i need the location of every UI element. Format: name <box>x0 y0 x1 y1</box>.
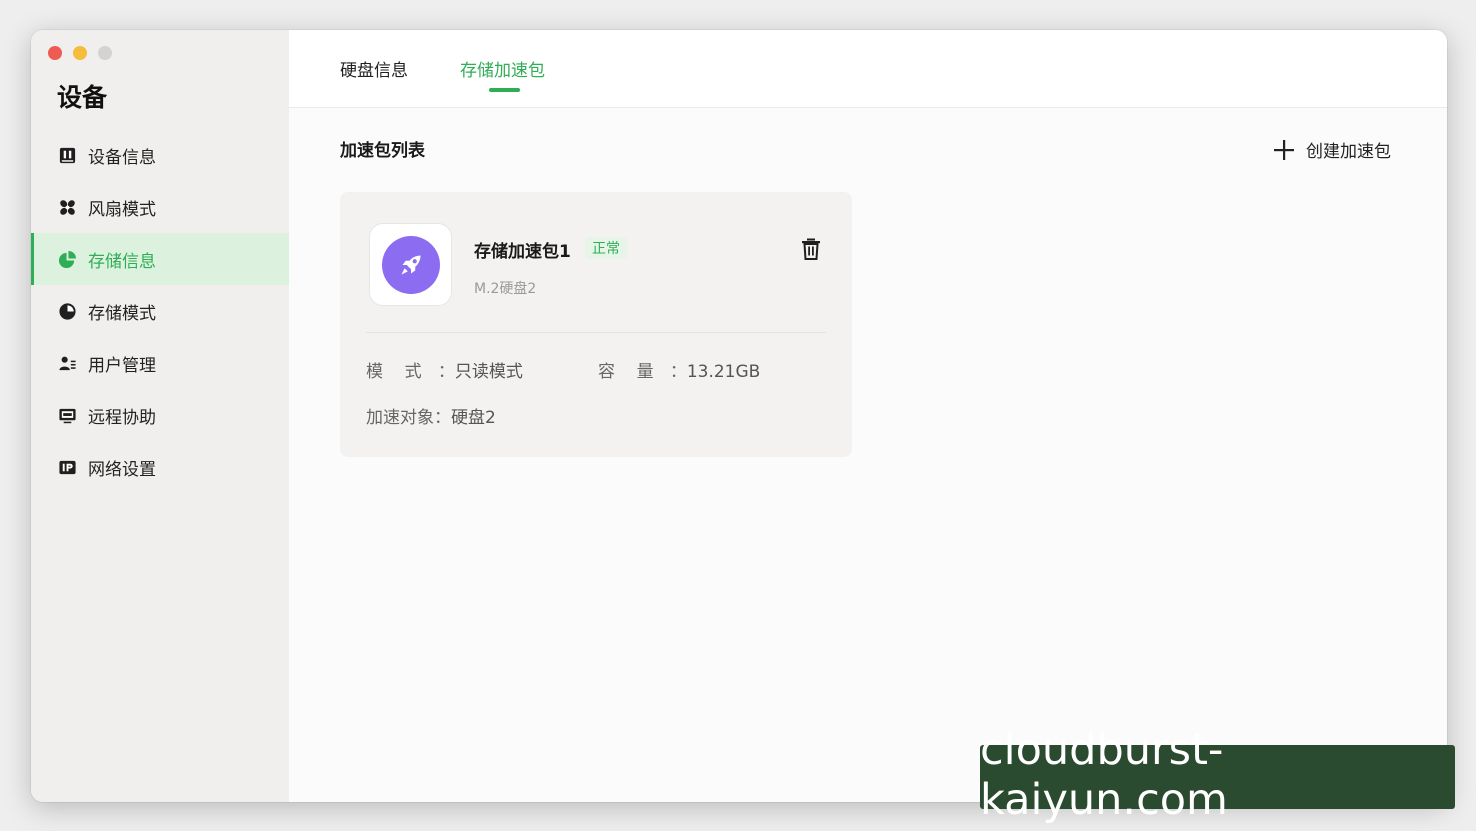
mode-label: 模 式 ： <box>366 362 455 382</box>
device-info-icon <box>57 145 77 165</box>
sidebar-item-label: 风扇模式 <box>88 199 156 220</box>
tab-disk-info[interactable]: 硬盘信息 <box>340 56 408 81</box>
sidebar-item-label: 网络设置 <box>88 459 156 480</box>
mode-value: 只读模式 <box>454 362 523 382</box>
sidebar-title: 设备 <box>57 83 108 112</box>
card-divider <box>366 332 826 333</box>
card-icon-container <box>369 223 452 306</box>
capacity-label: 容 量 ： <box>598 362 687 382</box>
ip-icon <box>57 457 77 477</box>
create-label: 创建加速包 <box>1306 142 1391 162</box>
fan-icon <box>57 197 77 217</box>
section-title: 加速包列表 <box>340 141 425 161</box>
sidebar-item-fan-mode[interactable]: 风扇模式 <box>31 181 289 233</box>
sidebar-item-label: 设备信息 <box>88 147 156 168</box>
trash-icon[interactable] <box>800 237 822 261</box>
capacity-row: 容 量 ：13.21GB <box>598 357 760 382</box>
zoom-window-button[interactable] <box>98 46 112 60</box>
users-icon <box>57 353 77 373</box>
close-window-button[interactable] <box>48 46 62 60</box>
sidebar-item-device-info[interactable]: 设备信息 <box>31 129 289 181</box>
sidebar: 设备 设备信息 风扇模式 存储信息 存储模式 用户管理 远程协助 网络设置 <box>31 30 289 802</box>
target-value: 硬盘2 <box>451 408 496 428</box>
monitor-icon <box>57 405 77 425</box>
capacity-value: 13.21GB <box>686 362 761 382</box>
window-controls <box>48 46 112 60</box>
sidebar-item-label: 远程协助 <box>88 407 156 428</box>
card-title: 存储加速包1 <box>474 242 571 262</box>
app-window: 设备 设备信息 风扇模式 存储信息 存储模式 用户管理 远程协助 网络设置 硬盘… <box>31 30 1447 802</box>
sidebar-item-label: 用户管理 <box>88 355 156 376</box>
accel-pack-card[interactable]: 存储加速包1 正常 M.2硬盘2 模 式 ：只读模式 容 量 ：13.21GB … <box>340 192 852 457</box>
create-accel-pack-button[interactable]: 创建加速包 <box>1273 137 1391 162</box>
sidebar-item-remote-assist[interactable]: 远程协助 <box>31 389 289 441</box>
watermark: cloudburst-kaiyun.com <box>980 725 1455 825</box>
minimize-window-button[interactable] <box>73 46 87 60</box>
sidebar-item-user-management[interactable]: 用户管理 <box>31 337 289 389</box>
target-label: 加速对象： <box>366 408 451 428</box>
sidebar-item-storage-info[interactable]: 存储信息 <box>31 233 289 285</box>
active-tab-indicator <box>489 88 520 92</box>
target-row: 加速对象：硬盘2 <box>366 403 496 428</box>
tab-bar: 硬盘信息 存储加速包 <box>289 30 1447 108</box>
sidebar-item-label: 存储模式 <box>88 303 156 324</box>
sidebar-item-network-settings[interactable]: 网络设置 <box>31 441 289 493</box>
rocket-icon <box>381 235 440 294</box>
plus-icon <box>1274 139 1294 160</box>
sidebar-item-storage-mode[interactable]: 存储模式 <box>31 285 289 337</box>
storage-pie-icon <box>57 249 77 269</box>
card-subtitle: M.2硬盘2 <box>474 281 537 297</box>
sidebar-item-label: 存储信息 <box>88 251 156 272</box>
main-content: 硬盘信息 存储加速包 加速包列表 创建加速包 存储加速包1 正常 M.2硬盘2 … <box>289 30 1447 802</box>
mode-row: 模 式 ：只读模式 <box>366 357 523 382</box>
pie-chart-icon <box>57 301 77 321</box>
tab-storage-accel[interactable]: 存储加速包 <box>460 56 545 81</box>
status-badge: 正常 <box>585 237 627 259</box>
sidebar-nav: 设备信息 风扇模式 存储信息 存储模式 用户管理 远程协助 网络设置 <box>31 129 289 493</box>
